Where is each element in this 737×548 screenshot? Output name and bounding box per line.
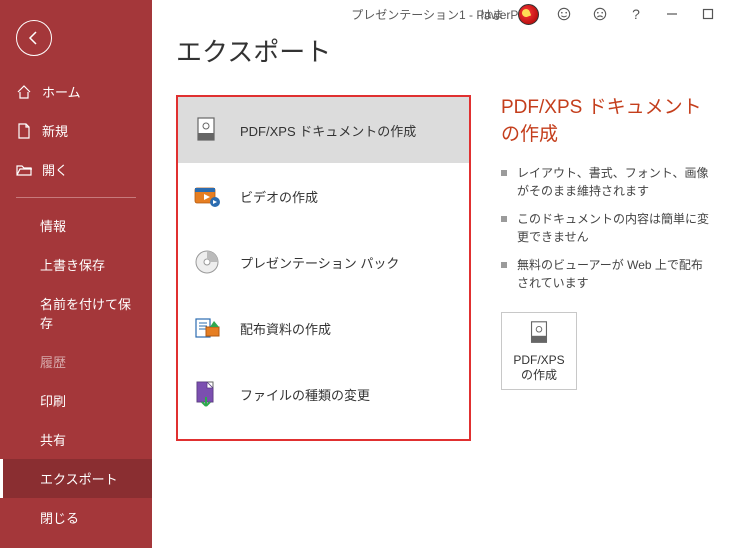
pdf-xps-icon: [525, 319, 553, 347]
bullet-icon: [501, 262, 507, 268]
export-option-change-type[interactable]: ファイルの種類の変更: [178, 361, 469, 427]
change-filetype-icon: [192, 379, 222, 409]
export-option-label: ビデオの作成: [240, 187, 318, 206]
main-area: プレゼンテーション1 - PowerPoint はま ? エクスポート PDF/…: [152, 0, 737, 548]
sidebar-item-info[interactable]: 情報: [0, 206, 152, 245]
sidebar-item-new[interactable]: 新規: [0, 111, 152, 150]
panel-bullet: このドキュメントの内容は簡単に変更できません: [501, 210, 713, 246]
minimize-button[interactable]: [661, 3, 683, 25]
sidebar-item-save[interactable]: 上書き保存: [0, 245, 152, 284]
export-option-video[interactable]: ビデオの作成: [178, 163, 469, 229]
help-button[interactable]: ?: [625, 3, 647, 25]
panel-bullet: レイアウト、書式、フォント、画像がそのまま維持されます: [501, 164, 713, 200]
back-button[interactable]: [16, 20, 52, 56]
sidebar-item-label: 新規: [42, 121, 68, 140]
bullet-icon: [501, 170, 507, 176]
sidebar-item-open[interactable]: 開く: [0, 150, 152, 189]
home-icon: [16, 84, 32, 100]
maximize-button[interactable]: [697, 3, 719, 25]
export-option-handouts[interactable]: 配布資料の作成: [178, 295, 469, 361]
user-name: はま: [480, 6, 504, 23]
panel-title: PDF/XPS ドキュメントの作成: [501, 95, 713, 148]
export-option-package[interactable]: プレゼンテーション パック: [178, 229, 469, 295]
frown-feedback-button[interactable]: [589, 3, 611, 25]
sidebar-separator: [16, 197, 136, 198]
export-option-label: プレゼンテーション パック: [240, 253, 399, 272]
export-option-label: PDF/XPS ドキュメントの作成: [240, 121, 416, 140]
smile-icon: [557, 7, 571, 21]
cd-icon: [192, 247, 222, 277]
button-label: PDF/XPS の作成: [513, 353, 564, 384]
sidebar-item-history: 履歴: [0, 342, 152, 381]
export-options-list: PDF/XPS ドキュメントの作成 ビデオの作成 プレゼンテーション パック 配…: [176, 95, 471, 441]
smile-feedback-button[interactable]: [553, 3, 575, 25]
create-pdf-xps-button[interactable]: PDF/XPS の作成: [501, 312, 577, 390]
export-option-label: ファイルの種類の変更: [240, 385, 370, 404]
sidebar-item-share[interactable]: 共有: [0, 420, 152, 459]
page-title: エクスポート: [152, 28, 737, 83]
sidebar-item-home[interactable]: ホーム: [0, 72, 152, 111]
panel-bullet: 無料のビューアーが Web 上で配布されています: [501, 256, 713, 292]
new-file-icon: [16, 123, 32, 139]
bullet-icon: [501, 216, 507, 222]
folder-open-icon: [16, 162, 32, 178]
sidebar-item-label: ホーム: [42, 82, 81, 101]
arrow-left-icon: [26, 30, 42, 46]
handouts-icon: [192, 313, 222, 343]
details-panel: PDF/XPS ドキュメントの作成 レイアウト、書式、フォント、画像がそのまま維…: [483, 95, 713, 548]
pdf-xps-icon: [192, 115, 222, 145]
frown-icon: [593, 7, 607, 21]
export-option-label: 配布資料の作成: [240, 319, 331, 338]
minimize-icon: [665, 7, 679, 21]
maximize-icon: [701, 7, 715, 21]
sidebar-item-export[interactable]: エクスポート: [0, 459, 152, 498]
sidebar-item-close[interactable]: 閉じる: [0, 498, 152, 537]
export-option-pdf-xps[interactable]: PDF/XPS ドキュメントの作成: [178, 97, 469, 163]
sidebar-item-saveas[interactable]: 名前を付けて保存: [0, 284, 152, 342]
video-icon: [192, 181, 222, 211]
backstage-sidebar: ホーム 新規 開く 情報 上書き保存 名前を付けて保存 履歴 印刷 共有 エクス…: [0, 0, 152, 548]
sidebar-item-print[interactable]: 印刷: [0, 381, 152, 420]
titlebar: プレゼンテーション1 - PowerPoint はま ?: [152, 0, 737, 28]
user-avatar[interactable]: [518, 4, 539, 25]
sidebar-item-label: 開く: [42, 160, 68, 179]
